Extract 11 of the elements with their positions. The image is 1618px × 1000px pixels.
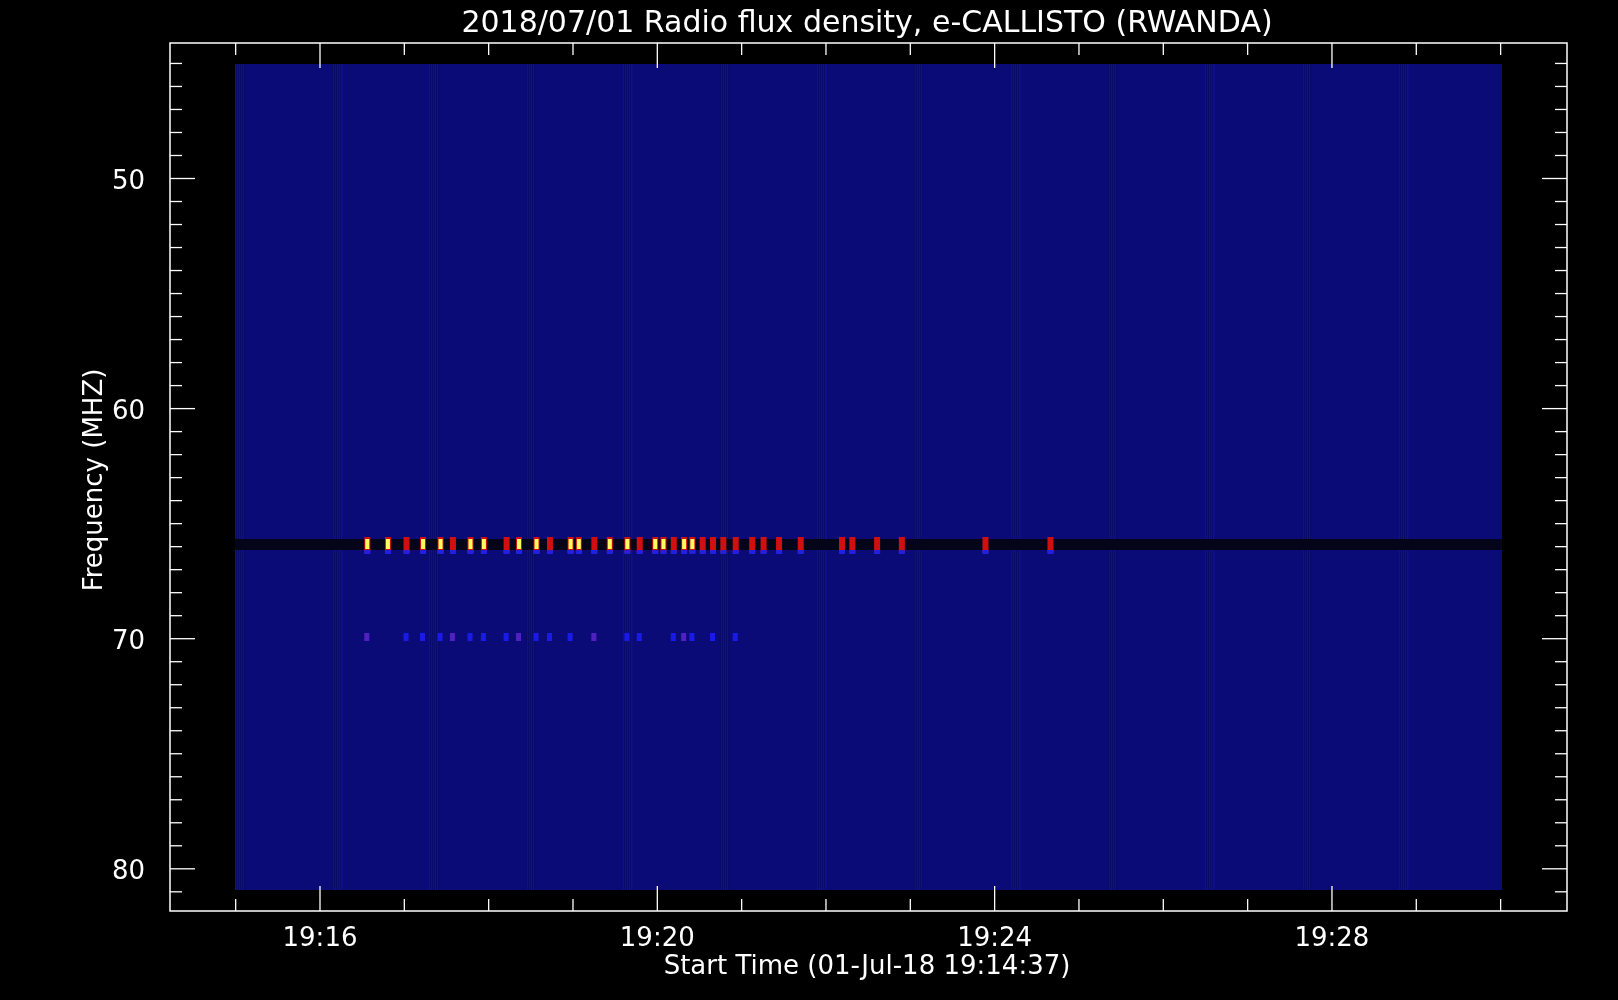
chart-title: 2018/07/01 Radio flux density, e-CALLISTO (RWANDA) (461, 4, 1273, 39)
axis-tick-label: 80 (111, 854, 145, 885)
axis-tick-label: 19:20 (619, 922, 695, 952)
axis-tick-label: 19:24 (957, 922, 1033, 952)
axis-title: Start Time (01-Jul-18 19:14:37) (663, 950, 1071, 980)
axis-tick-label: 60 (111, 394, 145, 425)
axis-tick-label: 19:28 (1294, 922, 1370, 952)
axis-tick-label: 50 (111, 164, 145, 195)
axis-tick-label: 19:16 (282, 922, 358, 952)
axis-title: Frequency (MHZ) (78, 368, 108, 592)
axis-tick-label: 70 (111, 624, 145, 655)
